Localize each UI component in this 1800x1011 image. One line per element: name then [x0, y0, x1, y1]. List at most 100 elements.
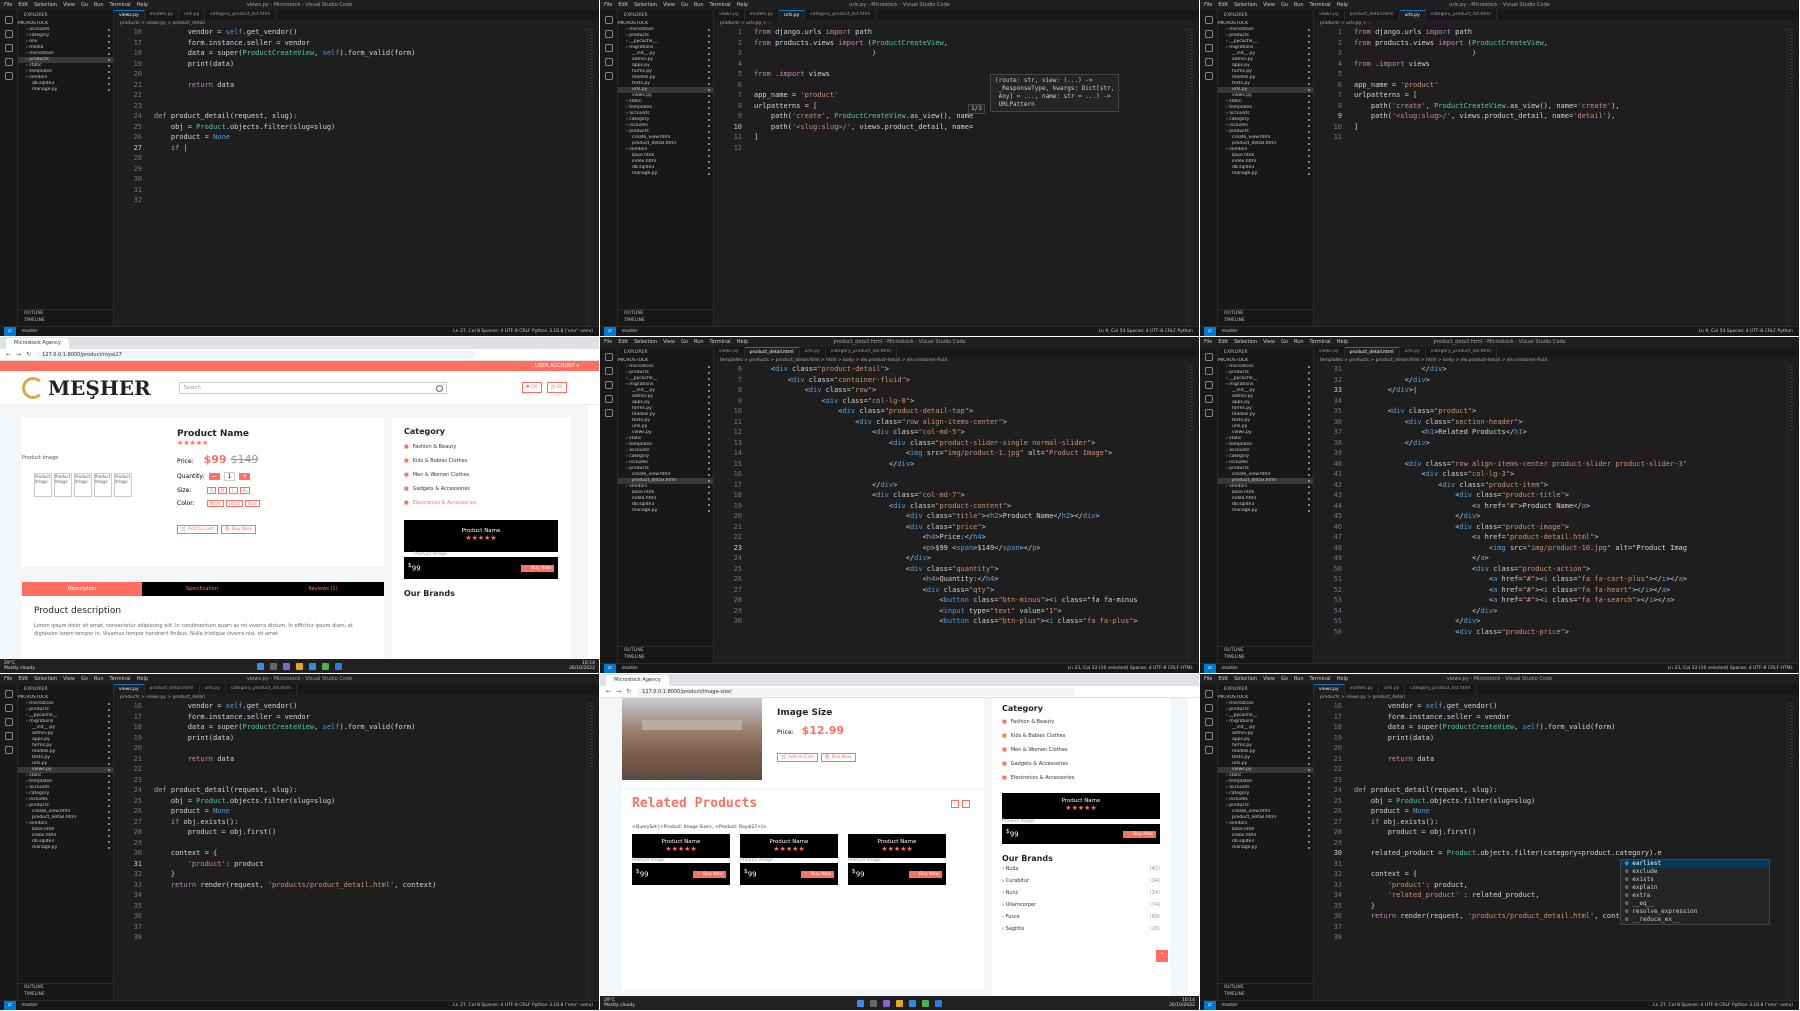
tab-urls[interactable]: urls.py	[778, 10, 806, 20]
source-control-icon[interactable]	[4, 718, 13, 726]
run-debug-icon[interactable]	[4, 732, 13, 740]
minimap[interactable]	[1787, 27, 1799, 326]
code-line[interactable]: 4 from .import views	[1314, 59, 1787, 70]
source-control-icon[interactable]	[604, 44, 613, 52]
code-line[interactable]: 29	[114, 838, 587, 849]
edge-icon[interactable]	[909, 999, 916, 1007]
next-arrow-icon[interactable]: ›	[962, 800, 970, 808]
thumbnail[interactable]: Product Image	[54, 473, 72, 497]
code-line[interactable]: 40 <div class="row align-items-center pr…	[1314, 459, 1787, 470]
weather-widget[interactable]: 29°C Mostly cloudy	[4, 661, 35, 671]
outline-section[interactable]: OUTLINE	[624, 310, 713, 317]
code-line[interactable]: 30 <button class="btn-plus"><i class="fa…	[714, 616, 1187, 627]
code-line[interactable]: 27 <div class="qty">	[714, 585, 1187, 596]
code-line[interactable]: 25 obj = Product.objects.filter(slug=slu…	[114, 122, 587, 133]
code-line[interactable]: 23	[1314, 775, 1787, 786]
qty-input[interactable]: 1	[223, 472, 236, 481]
add-to-cart-button[interactable]: 🛒 Add to Cart	[777, 753, 818, 762]
outline-section[interactable]: OUTLINE	[1224, 647, 1313, 654]
code-editor[interactable]: 6 <div class="product-detail"> 7 <div cla…	[714, 364, 1187, 663]
branch-label[interactable]: master	[1222, 666, 1238, 671]
related-card[interactable]: Product Name ★★★★★ Product Image $99 🛒 Buy…	[740, 834, 838, 885]
code-line[interactable]: 53 <a href="#"><i class="fa fa-search"><…	[1314, 595, 1787, 606]
url-input[interactable]: 127.0.0.1:8000/product/royal27	[36, 350, 477, 359]
code-line[interactable]: 33 return render(request, 'products/prod…	[114, 880, 587, 891]
size-option[interactable]: S	[207, 487, 216, 494]
code-line[interactable]: 12	[714, 143, 1187, 154]
code-line[interactable]: 43 <div class="product-title">	[1314, 490, 1787, 501]
explorer-icon[interactable]	[1204, 16, 1213, 24]
code-line[interactable]: 3 )	[714, 48, 1187, 59]
timeline-section[interactable]: TIMELINE	[24, 317, 113, 324]
tab-models[interactable]: models.py	[1345, 684, 1379, 694]
code-line[interactable]: 24 </div>	[714, 553, 1187, 564]
explorer-item[interactable]: manage.py	[618, 171, 713, 177]
outline-section[interactable]: OUTLINE	[624, 647, 713, 654]
code-line[interactable]: 41 <div class="col-lg-3">	[1314, 469, 1787, 480]
remote-indicator[interactable]: ⇄	[1204, 1001, 1216, 1010]
code-line[interactable]: 17 form.instance.seller = vendor	[1314, 712, 1787, 723]
remote-indicator[interactable]: ⇄	[604, 327, 616, 336]
code-line[interactable]: 47 <a href="product-detail.html">	[1314, 532, 1787, 543]
code-line[interactable]: 20	[114, 69, 587, 80]
extensions-icon[interactable]	[604, 72, 613, 80]
code-line[interactable]: 32 </div>	[1314, 375, 1787, 386]
code-line[interactable]: 37	[114, 922, 587, 933]
reload-icon[interactable]: ↻	[626, 688, 631, 695]
prev-arrow-icon[interactable]: ‹	[951, 800, 959, 808]
timeline-section[interactable]: TIMELINE	[624, 317, 713, 324]
code-line[interactable]: 44 <a href="#">Product Name</a>	[1314, 501, 1787, 512]
status-right[interactable]: Ln 27, Col 8 Spaces: 4 UTF-8 CRLF Python…	[1653, 1001, 1793, 1010]
suggestion-item[interactable]: ⊙ explain	[1621, 884, 1769, 892]
explorer-item[interactable]: manage.py	[1218, 171, 1313, 177]
category-item[interactable]: Electronics & Accessories	[404, 496, 558, 510]
breadcrumb[interactable]: products > urls.py > ...	[714, 20, 1199, 27]
signature-counter[interactable]: 1/3	[968, 104, 985, 114]
size-option[interactable]: L	[229, 487, 238, 494]
category-item[interactable]: Electronics & Accessories	[1002, 771, 1160, 785]
minimap[interactable]	[587, 27, 599, 326]
folder-icon[interactable]	[296, 662, 303, 670]
search-icon[interactable]	[604, 30, 613, 38]
code-line[interactable]: 18 data = super(ProductCreateView, self)…	[1314, 722, 1787, 733]
code-line[interactable]: 25 obj = Product.objects.filter(slug=slu…	[114, 796, 587, 807]
code-line[interactable]: 17 </div>	[714, 480, 1187, 491]
remote-indicator[interactable]: ⇄	[4, 1001, 16, 1010]
code-line[interactable]: 10 path('<slug:slug>/', views.product_de…	[714, 122, 1187, 133]
tab-description[interactable]: Description	[22, 582, 142, 596]
code-line[interactable]: 20	[114, 743, 587, 754]
explorer-item[interactable]: manage.py	[18, 845, 113, 851]
timeline-section[interactable]: TIMELINE	[1224, 317, 1313, 324]
code-line[interactable]: 22	[1314, 764, 1787, 775]
code-line[interactable]: 38 </div>	[1314, 438, 1787, 449]
suggestion-item[interactable]: ⊙ earliest	[1621, 860, 1769, 868]
code-line[interactable]: 28 product = obj.first()	[114, 827, 587, 838]
size-option[interactable]: M	[217, 487, 228, 494]
code-line[interactable]: 4	[714, 59, 1187, 70]
cart-button[interactable]: 🛒(0)	[546, 382, 567, 393]
outline-section[interactable]: OUTLINE	[1224, 310, 1313, 317]
source-control-icon[interactable]	[604, 381, 613, 389]
status-right[interactable]: Ln 23, Col 33 (16 selected) Spaces: 4 UT…	[1668, 664, 1793, 673]
tab-category-list[interactable]: category_product_list.html	[1426, 347, 1497, 357]
code-line[interactable]: 9 path('create', ProductCreateView.as_vi…	[714, 111, 1187, 122]
wishlist-button[interactable]: ♥ (0)	[521, 382, 542, 393]
thumbnail[interactable]: Product Image	[114, 473, 132, 497]
category-item[interactable]: Fashion & Beauty	[404, 440, 558, 454]
timeline-section[interactable]: TIMELINE	[1224, 654, 1313, 661]
explorer-icon[interactable]	[1204, 353, 1213, 361]
code-line[interactable]: 46 <div class="product-image">	[1314, 522, 1787, 533]
explorer-icon[interactable]	[604, 16, 613, 24]
code-line[interactable]: 9 path('<slug:slug>/', views.product_det…	[1314, 111, 1787, 122]
thumbnail[interactable]: Product Image	[34, 473, 52, 497]
code-line[interactable]: 42 <div class="product-item">	[1314, 480, 1787, 491]
code-line[interactable]: 26 product = None	[114, 132, 587, 143]
code-line[interactable]: 21 <div class="price">	[714, 522, 1187, 533]
code-line[interactable]: 23 <p>$99 <span>$149</span></p>	[714, 543, 1187, 554]
code-line[interactable]: 36	[114, 911, 587, 922]
timeline-section[interactable]: TIMELINE	[24, 991, 113, 998]
suggestion-item[interactable]: ⊙ __eq__	[1621, 900, 1769, 908]
code-line[interactable]: 5	[1314, 69, 1787, 80]
category-item[interactable]: Fashion & Beauty	[1002, 715, 1160, 729]
code-line[interactable]: 19 <div class="product-content">	[714, 501, 1187, 512]
